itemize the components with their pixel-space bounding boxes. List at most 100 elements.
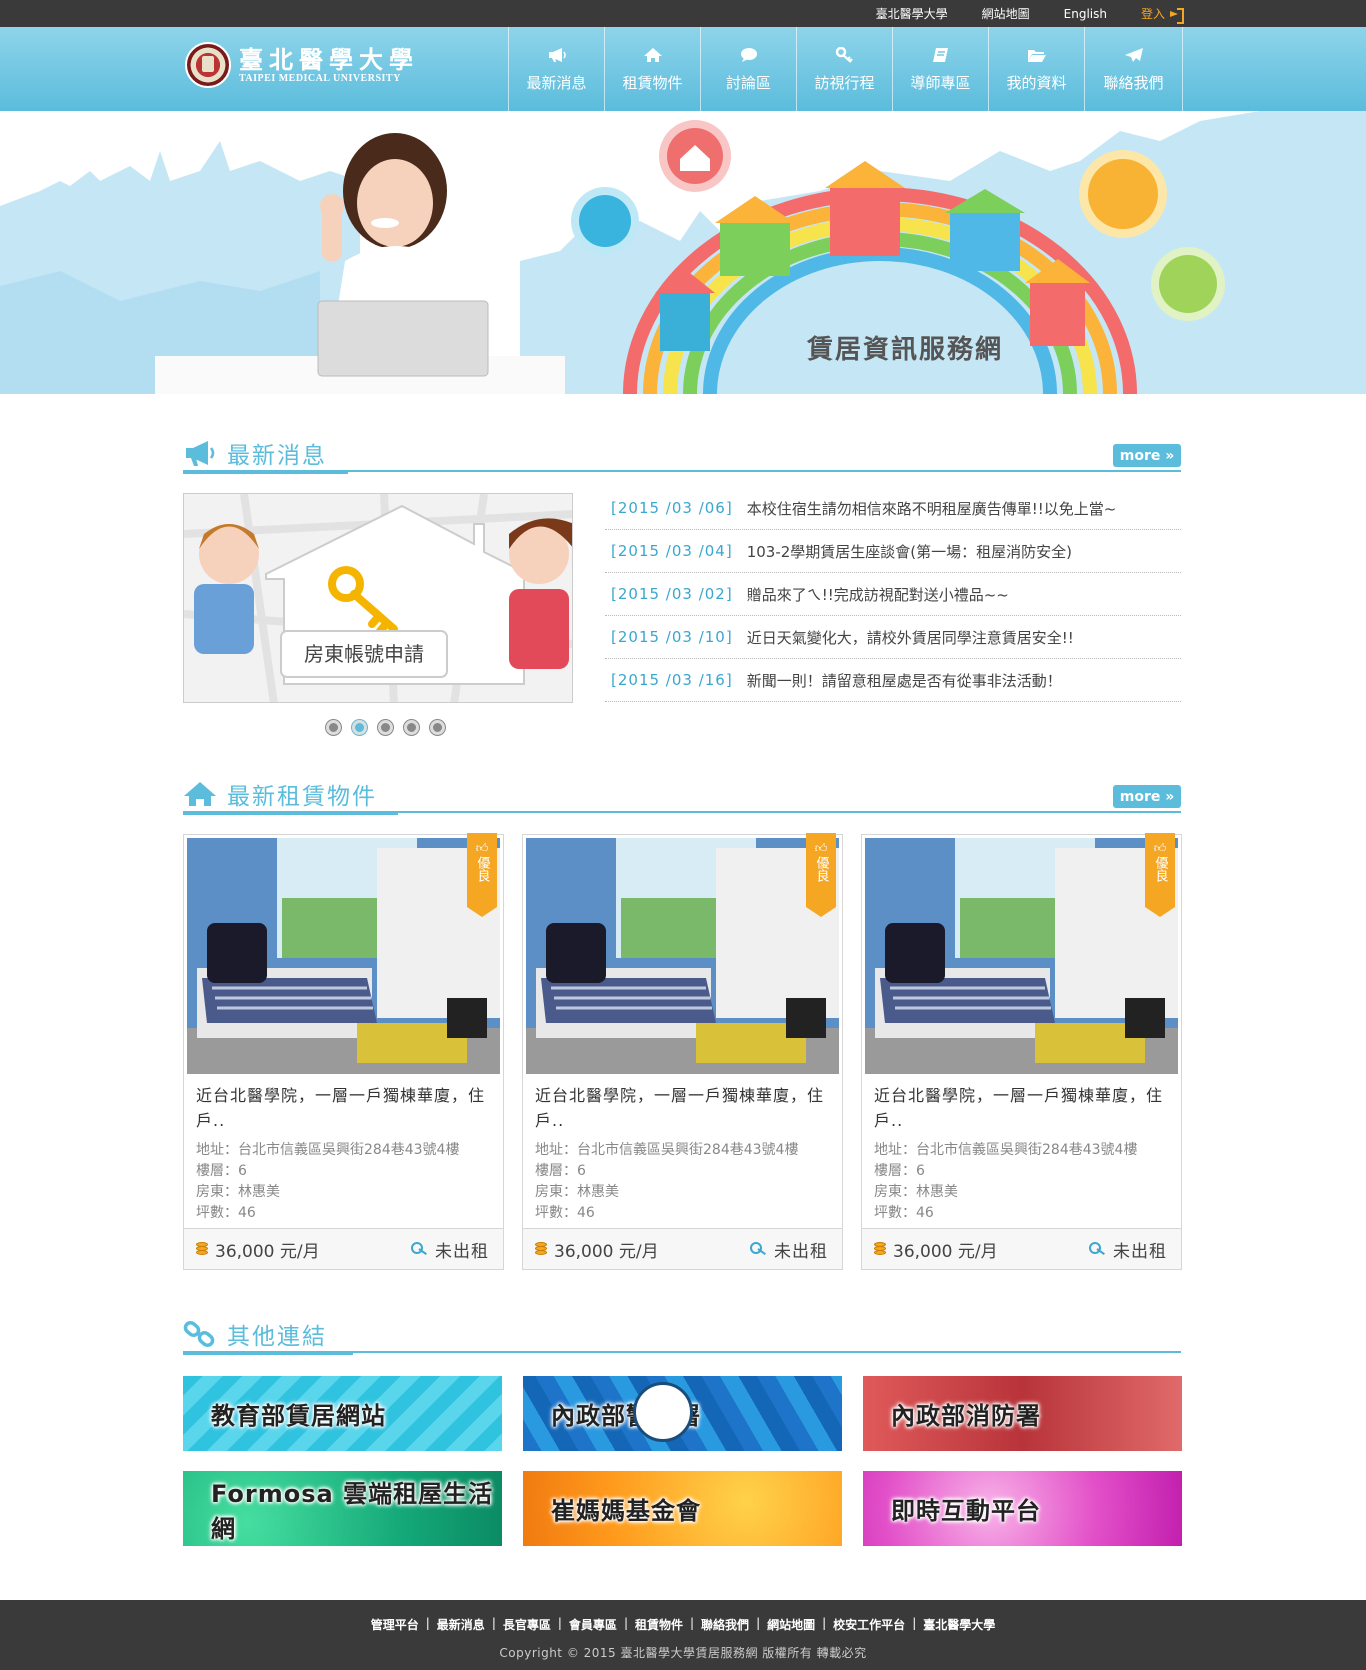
nav-item-rentals[interactable]: 租賃物件	[605, 27, 701, 111]
rental-area: 坪數：46	[196, 1205, 256, 1221]
carousel-dot[interactable]	[404, 720, 419, 735]
rental-card[interactable]: 👍︎ 優良 近台北醫學院，一層一戶獨棟華廈，住戶.. 地址：台北市信義區吳興街2…	[183, 833, 504, 1270]
footer-link[interactable]: 校安工作平台	[833, 1616, 905, 1633]
footer-link[interactable]: 網站地圖	[767, 1616, 815, 1633]
footer-link[interactable]: 長官專區	[503, 1616, 551, 1633]
footer-link[interactable]: 租賃物件	[635, 1616, 683, 1633]
news-carousel[interactable]: 房東帳號申請	[183, 493, 573, 703]
rental-details: 地址：台北市信義區吳興街284巷43號4樓 樓層：6 房東：林惠美 坪數：46	[535, 1140, 798, 1224]
carousel-slide-caption: 房東帳號申請	[304, 642, 424, 666]
top-links: 臺北醫學大學 網站地圖 English 登入	[876, 0, 1184, 27]
rental-floor: 樓層：6	[874, 1163, 925, 1179]
news-headline: 新聞一則！請留意租屋處是否有從事非法活動！	[746, 671, 1062, 690]
thumbs-up-icon: 👍︎	[1153, 841, 1167, 855]
footer-link[interactable]: 最新消息	[437, 1616, 485, 1633]
news-item[interactable]: [2015 /03 /16] 新聞一則！請留意租屋處是否有從事非法活動！	[605, 659, 1181, 702]
news-date: [2015 /03 /06]	[611, 499, 733, 517]
carousel-pagination	[326, 720, 445, 735]
site-logo[interactable]: 臺北醫學大學 TAIPEI MEDICAL UNIVERSITY	[185, 42, 419, 88]
login-link[interactable]: 登入	[1141, 5, 1184, 24]
home-icon	[184, 782, 216, 806]
logo-chinese-name: 臺北醫學大學	[239, 44, 419, 74]
link-formosa-cloud[interactable]: Formosa 雲端租屋生活網	[183, 1471, 502, 1546]
coins-icon	[874, 1242, 886, 1256]
footer-link[interactable]: 會員專區	[569, 1616, 617, 1633]
quality-badge: 👍︎ 優良	[806, 833, 836, 917]
footer-link[interactable]: 聯絡我們	[701, 1616, 749, 1633]
room-photo	[187, 838, 500, 1074]
logo-english-name: TAIPEI MEDICAL UNIVERSITY	[239, 72, 401, 84]
nav-item-visits[interactable]: 訪視行程	[797, 27, 893, 111]
news-section-title: 最新消息	[227, 443, 327, 469]
rental-landlord: 房東：林惠美	[535, 1184, 619, 1200]
nav-label: 聯絡我們	[1103, 73, 1164, 92]
nav-item-contact[interactable]: 聯絡我們	[1085, 27, 1183, 111]
rental-title: 近台北醫學院，一層一戶獨棟華廈，住戶..	[535, 1086, 825, 1130]
carousel-slide-image: 房東帳號申請	[184, 494, 572, 702]
footer-link[interactable]: 管理平台	[371, 1616, 419, 1633]
double-chevron-icon: »	[1165, 447, 1175, 464]
news-item[interactable]: [2015 /03 /10] 近日天氣變化大，請校外賃居同學注意賃居安全!!	[605, 616, 1181, 659]
nav-item-tutor[interactable]: 導師專區	[893, 27, 989, 111]
link-label: 即時互動平台	[891, 1497, 1041, 1525]
nav-item-profile[interactable]: 我的資料	[989, 27, 1085, 111]
rental-area: 坪數：46	[535, 1205, 595, 1221]
quality-badge: 👍︎ 優良	[1145, 833, 1175, 917]
top-link-sitemap[interactable]: 網站地圖	[982, 5, 1030, 22]
link-fire-agency[interactable]: 內政部消防署	[863, 1376, 1182, 1451]
copyright: Copyright © 2015 臺北醫學大學賃居服務網 版權所有 轉載必究	[499, 1646, 867, 1660]
thumbs-up-icon: 👍︎	[814, 841, 828, 855]
nav-label: 最新消息	[526, 73, 587, 92]
rental-price: 36,000 元/月	[554, 1241, 659, 1262]
megaphone-icon	[186, 441, 215, 466]
carousel-dot[interactable]	[430, 720, 445, 735]
rental-price: 36,000 元/月	[215, 1241, 320, 1262]
link-label: Formosa 雲端租屋生活網	[211, 1479, 494, 1543]
sign-in-icon	[1170, 7, 1184, 24]
header: 臺北醫學大學 TAIPEI MEDICAL UNIVERSITY 最新消息 租賃…	[0, 27, 1366, 111]
news-more-button[interactable]: more »	[1113, 444, 1181, 467]
key-icon	[1089, 1242, 1107, 1256]
coins-icon	[196, 1242, 208, 1256]
badge-label: 優良	[1152, 856, 1168, 882]
news-headline: 近日天氣變化大，請校外賃居同學注意賃居安全!!	[746, 628, 1074, 647]
top-bar: 臺北醫學大學 網站地圖 English 登入	[0, 0, 1366, 27]
room-photo	[865, 838, 1178, 1074]
news-date: [2015 /03 /04]	[611, 542, 733, 560]
rental-card[interactable]: 👍︎ 優良 近台北醫學院，一層一戶獨棟華廈，住戶.. 地址：台北市信義區吳興街2…	[522, 833, 843, 1270]
rental-address: 地址：台北市信義區吳興街284巷43號4樓	[196, 1142, 460, 1158]
footer-link[interactable]: 臺北醫學大學	[923, 1616, 995, 1633]
nav-item-news[interactable]: 最新消息	[509, 27, 605, 111]
link-moe-rental[interactable]: 教育部賃居網站	[183, 1376, 693, 1451]
rental-floor: 樓層：6	[535, 1163, 586, 1179]
rental-details: 地址：台北市信義區吳興街284巷43號4樓 樓層：6 房東：林惠美 坪數：46	[874, 1140, 1137, 1224]
top-link-english[interactable]: English	[1064, 7, 1107, 21]
hero-banner: 賃居資訊服務網	[0, 111, 1366, 394]
top-link-tmu[interactable]: 臺北醫學大學	[876, 5, 948, 22]
carousel-dot[interactable]	[378, 720, 393, 735]
nav-label: 我的資料	[1006, 73, 1067, 92]
news-item[interactable]: [2015 /03 /02] 贈品來了ㄟ!!完成訪視配對送小禮品~~	[605, 573, 1181, 616]
megaphone-icon	[546, 46, 568, 64]
rentals-section-title: 最新租賃物件	[227, 784, 377, 810]
rentals-section-header: 最新租賃物件 more »	[183, 773, 1181, 815]
link-interactive-platform[interactable]: 即時互動平台	[863, 1471, 1182, 1546]
carousel-dot[interactable]	[352, 720, 367, 735]
nav-item-forum[interactable]: 討論區	[701, 27, 797, 111]
rental-card[interactable]: 👍︎ 優良 近台北醫學院，一層一戶獨棟華廈，住戶.. 地址：台北市信義區吳興街2…	[861, 833, 1182, 1270]
news-item[interactable]: [2015 /03 /06] 本校住宿生請勿相信來路不明租屋廣告傳單!!以免上當…	[605, 487, 1181, 530]
rental-address: 地址：台北市信義區吳興街284巷43號4樓	[535, 1142, 799, 1158]
university-seal-icon	[185, 42, 231, 88]
rental-landlord: 房東：林惠美	[874, 1184, 958, 1200]
rentals-more-button[interactable]: more »	[1113, 785, 1181, 808]
coins-icon	[535, 1242, 547, 1256]
rental-footer: 36,000 元/月 未出租	[862, 1228, 1181, 1269]
news-item[interactable]: [2015 /03 /04] 103-2學期賃居生座談會(第一場：租屋消防安全)	[605, 530, 1181, 573]
badge-label: 優良	[813, 856, 829, 882]
link-tsuei-foundation[interactable]: 崔媽媽基金會	[523, 1471, 842, 1546]
rental-status: 未出租	[1113, 1241, 1167, 1262]
link-label: 內政部消防署	[891, 1402, 1041, 1430]
rental-address: 地址：台北市信義區吳興街284巷43號4樓	[874, 1142, 1138, 1158]
home-icon	[642, 46, 664, 64]
carousel-dot[interactable]	[326, 720, 341, 735]
